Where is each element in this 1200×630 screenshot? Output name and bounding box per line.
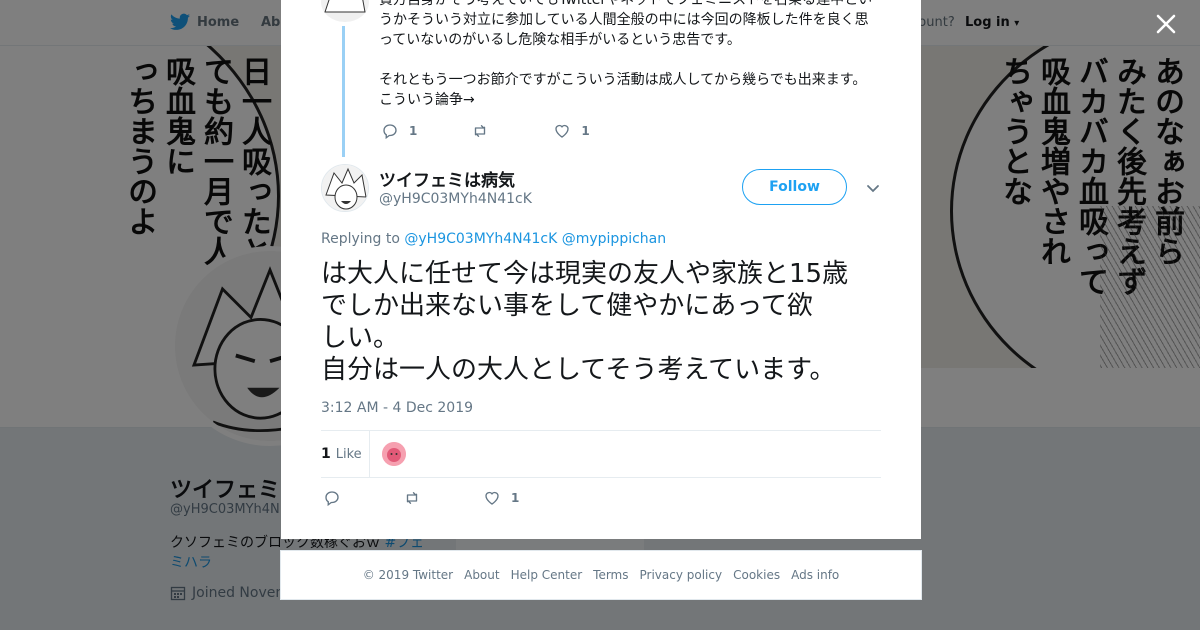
- chevron-down-icon[interactable]: [865, 180, 881, 196]
- reply-count: 1: [409, 124, 418, 138]
- tweet-line: 自分は一人の大人としてそう考えています。: [321, 355, 836, 385]
- tweet-author-handle[interactable]: @yH9C03MYh4N41cK: [379, 191, 532, 207]
- retweet-button[interactable]: [471, 122, 499, 140]
- tweet-line: は大人に任せて今は現実の友人や家族と15歳: [321, 259, 849, 289]
- tweet-line: 貴方自身がそう考えていてもTwitterやネットでフェミニストを名乗る連中とい: [379, 0, 873, 8]
- footer-privacy-link[interactable]: Privacy policy: [640, 568, 723, 582]
- tweet-permalink-modal: 貴方自身がそう考えていてもTwitterやネットでフェミニストを名乗る連中とい …: [281, 0, 921, 539]
- likes-stat[interactable]: 1 Like: [321, 446, 362, 462]
- avatar-illustration: [322, 165, 368, 211]
- like-button[interactable]: 1: [483, 489, 519, 507]
- modal-footer: © 2019 Twitter About Help Center Terms P…: [280, 550, 922, 600]
- mention-link[interactable]: @mypippichan: [562, 231, 666, 247]
- retweet-icon: [475, 125, 486, 137]
- likes-label: Like: [335, 447, 362, 462]
- avatar-illustration: [321, 0, 369, 22]
- tweet-author-name[interactable]: ツイフェミは病気: [379, 166, 515, 191]
- footer-terms-link[interactable]: Terms: [593, 568, 628, 582]
- retweet-button[interactable]: [403, 489, 431, 507]
- replying-to-label: Replying to: [321, 231, 400, 247]
- footer-help-link[interactable]: Help Center: [511, 568, 583, 582]
- previous-tweet-actions: 1 1: [381, 122, 644, 140]
- reply-button[interactable]: 1: [381, 122, 417, 140]
- tweet-line: こういう論争→: [379, 92, 475, 108]
- stats-divider: [369, 431, 370, 477]
- liker-avatar[interactable]: [382, 442, 406, 466]
- tweet-line: しい。: [321, 323, 400, 353]
- tweet-line: うかそういう対立に参加している人間全般の中には今回の降板した件を良く思: [379, 12, 869, 28]
- tweet-line: それともう一つお節介ですがこういう活動は成人してから幾らでも出来ます。: [379, 72, 867, 88]
- likes-count: 1: [321, 446, 331, 462]
- tweet-author-avatar[interactable]: [321, 164, 369, 212]
- tweet-timestamp[interactable]: 3:12 AM - 4 Dec 2019: [321, 400, 473, 416]
- reply-button[interactable]: [323, 489, 351, 507]
- like-count: 1: [581, 124, 590, 138]
- tweet-stats: 1 Like: [321, 430, 881, 478]
- retweet-icon: [406, 492, 418, 504]
- thread-connector: [342, 26, 345, 157]
- like-button[interactable]: 1: [553, 122, 590, 140]
- tweet-text: は大人に任せて今は現実の友人や家族と15歳 でしか出来ない事をして健やかにあって…: [321, 258, 891, 386]
- mention-link[interactable]: @yH9C03MYh4N41cK: [404, 231, 557, 247]
- footer-about-link[interactable]: About: [464, 568, 499, 582]
- avatar-illustration: [382, 442, 406, 466]
- tweet-actions: 1: [323, 489, 571, 507]
- footer-copyright: © 2019 Twitter: [362, 568, 454, 582]
- close-icon[interactable]: [1152, 10, 1180, 38]
- previous-tweet-avatar[interactable]: [321, 0, 369, 22]
- like-count: 1: [511, 491, 520, 505]
- heart-icon: [485, 491, 499, 505]
- footer-cookies-link[interactable]: Cookies: [733, 568, 780, 582]
- replying-to: Replying to @yH9C03MYh4N41cK @mypippicha…: [321, 231, 666, 247]
- footer-ads-link[interactable]: Ads info: [791, 568, 839, 582]
- follow-button[interactable]: Follow: [742, 169, 847, 205]
- tweet-line: っていないのがいるし危険な相手がいるという忠告です。: [379, 32, 741, 48]
- reply-icon: [325, 491, 339, 507]
- heart-icon: [555, 124, 570, 138]
- tweet-line: でしか出来ない事をして健やかにあって欲: [321, 291, 813, 321]
- previous-tweet-text: 貴方自身がそう考えていてもTwitterやネットでフェミニストを名乗る連中とい …: [379, 0, 879, 110]
- reply-icon: [383, 124, 397, 140]
